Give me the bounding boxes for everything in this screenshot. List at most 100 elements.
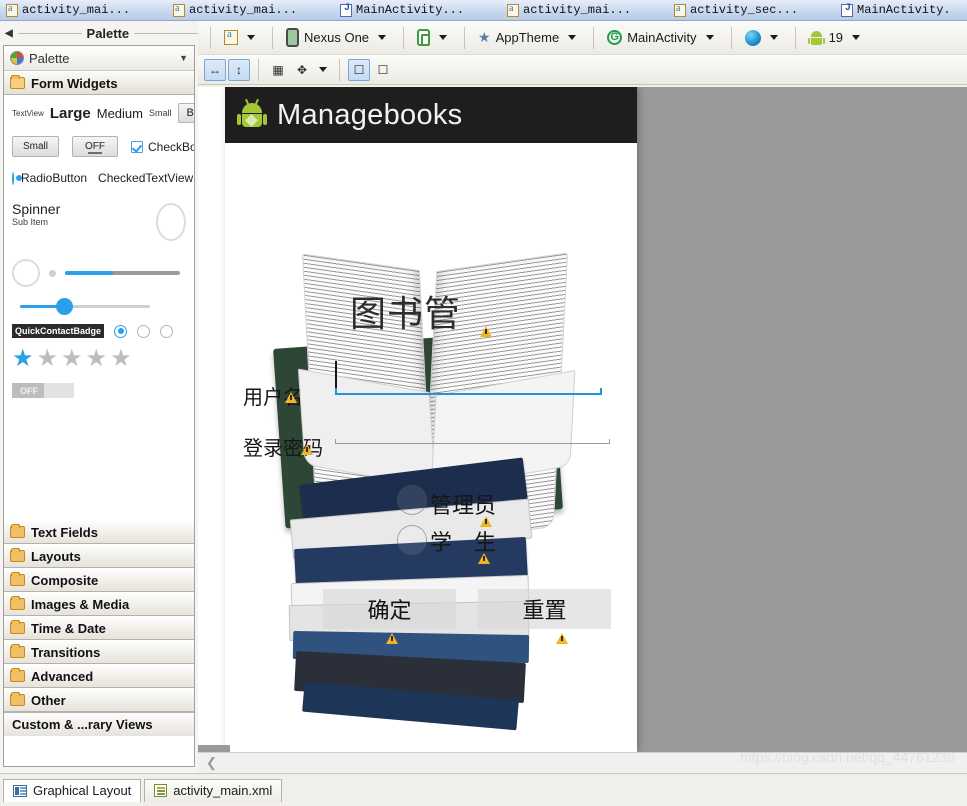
password-label[interactable]: 登录密码	[243, 432, 323, 461]
include-in-icon[interactable]: ☐	[348, 59, 370, 81]
star-filled-icon: ★	[12, 347, 34, 371]
theme-selector-button[interactable]: ★ AppTheme	[473, 26, 585, 49]
warning-icon[interactable]	[556, 633, 568, 644]
api-level-selector-button[interactable]: 19	[804, 27, 869, 48]
watermark-area: https://blog.csdn.net/qq_44761239	[637, 747, 967, 773]
chevron-down-icon[interactable]	[247, 35, 255, 40]
orientation-selector-button[interactable]	[412, 26, 456, 49]
globe-icon	[745, 30, 761, 46]
radio-admin-circle[interactable]	[397, 485, 427, 515]
show-outline-icon[interactable]: ✥	[291, 59, 313, 81]
palette-dropdown-bar[interactable]: Palette ▼	[4, 46, 194, 71]
watermark-text: https://blog.csdn.net/qq_44761239	[740, 749, 955, 765]
widget-medium-text[interactable]: Medium	[97, 106, 143, 121]
editor-tab[interactable]: activity_mai...	[0, 0, 167, 21]
palette-category-other[interactable]: Other	[4, 688, 194, 712]
chevron-down-icon[interactable]	[770, 35, 778, 40]
tab-label: activity_main.xml	[173, 783, 272, 798]
chevron-down-icon[interactable]	[568, 35, 576, 40]
confirm-button[interactable]: 确定	[323, 589, 456, 629]
layout-actions-toolbar: ↔ ↕ ▦ ✥ ☐ ☐	[198, 55, 967, 85]
design-canvas[interactable]: Managebooks	[198, 87, 967, 773]
warning-icon[interactable]	[480, 326, 492, 337]
radio-admin-label[interactable]: 管理员	[430, 488, 496, 520]
xml-file-icon	[674, 4, 686, 17]
fit-width-icon[interactable]: ↔	[204, 59, 226, 81]
star-icon: ★	[478, 29, 491, 46]
device-preview[interactable]: Managebooks	[225, 87, 637, 752]
collapse-left-icon[interactable]: ◀	[5, 28, 13, 39]
marquee-select-icon[interactable]: ▦	[267, 59, 289, 81]
device-screen[interactable]: 图书管 用户名 登录密码 管理员 学 生 确定	[225, 143, 637, 752]
editor-tab-label: activity_mai...	[523, 3, 631, 17]
warning-icon[interactable]	[386, 633, 398, 644]
folder-open-icon	[10, 77, 25, 89]
chevron-down-icon[interactable]	[319, 67, 327, 72]
editor-tab[interactable]: activity_sec...	[668, 0, 835, 21]
progressbar-small-icon[interactable]	[49, 270, 56, 277]
reset-button[interactable]: 重置	[478, 589, 611, 629]
username-label[interactable]: 用户名	[243, 381, 303, 410]
editor-tab[interactable]: MainActivity.	[835, 0, 967, 21]
widget-small-button[interactable]: Small	[12, 136, 59, 157]
widget-textview[interactable]: TextView	[12, 109, 44, 118]
screen-title-textview[interactable]: 图书管	[350, 285, 461, 337]
radio-student-label[interactable]: 学 生	[430, 525, 496, 557]
tab-graphical-layout[interactable]: Graphical Layout	[3, 779, 141, 802]
palette-category-time-date[interactable]: Time & Date	[4, 616, 194, 640]
progressbar-large-icon[interactable]	[156, 203, 186, 241]
widget-large-text[interactable]: Large	[50, 105, 91, 122]
widget-button[interactable]: Button	[178, 103, 196, 123]
chevron-down-icon[interactable]	[852, 35, 860, 40]
widget-quickcontactbadge[interactable]: QuickContactBadge	[12, 324, 104, 338]
radio-student-circle[interactable]	[397, 525, 427, 555]
widget-checkbox[interactable]: CheckBox	[131, 140, 195, 154]
palette-category-composite[interactable]: Composite	[4, 568, 194, 592]
palette-category-layouts[interactable]: Layouts	[4, 544, 194, 568]
ratingbar-icon[interactable]: ★ ★ ★ ★ ★	[12, 347, 186, 371]
progressbar-medium-icon[interactable]	[12, 259, 40, 287]
widget-toggle-button[interactable]: OFF	[72, 136, 118, 157]
widget-checkedtextview[interactable]: CheckedTextView	[98, 171, 193, 185]
theme-label: AppTheme	[496, 30, 560, 45]
activity-selector-button[interactable]: G MainActivity	[602, 27, 722, 48]
progressbar-horizontal-icon[interactable]	[65, 271, 180, 275]
palette-category-images-media[interactable]: Images & Media	[4, 592, 194, 616]
extract-as-icon[interactable]: ☐	[372, 59, 394, 81]
widget-small-text[interactable]: Small	[149, 108, 172, 118]
radiogroup-unchecked-icon[interactable]	[137, 325, 150, 338]
palette-category-advanced[interactable]: Advanced	[4, 664, 194, 688]
toolbar-separator	[403, 27, 404, 49]
chevron-left-icon[interactable]: ❮	[198, 755, 217, 771]
chevron-down-icon[interactable]	[439, 35, 447, 40]
password-edittext[interactable]	[335, 443, 610, 444]
tab-activity-main-xml[interactable]: activity_main.xml	[144, 779, 282, 802]
chevron-down-icon[interactable]	[378, 35, 386, 40]
widget-spinner[interactable]: Spinner	[12, 201, 60, 217]
widget-switch[interactable]: OFF	[12, 383, 74, 398]
toolbar-separator	[731, 27, 732, 49]
editor-tab[interactable]: MainActivity...	[334, 0, 501, 21]
palette-category-text-fields[interactable]: Text Fields	[4, 520, 194, 544]
widget-radiobutton[interactable]: RadioButton	[21, 171, 87, 185]
seekbar-thumb[interactable]	[56, 298, 73, 315]
username-edittext[interactable]	[335, 393, 602, 395]
chevron-down-icon[interactable]	[706, 35, 714, 40]
locale-selector-button[interactable]	[740, 27, 787, 49]
radiogroup-unchecked-icon[interactable]	[160, 325, 173, 338]
device-selector-button[interactable]: Nexus One	[281, 25, 395, 50]
radiogroup-checked-icon[interactable]	[114, 325, 127, 338]
editor-tab-label: MainActivity.	[857, 3, 951, 17]
fit-height-icon[interactable]: ↕	[228, 59, 250, 81]
layout-variation-button[interactable]	[219, 27, 264, 48]
scrollbar-thumb[interactable]	[198, 745, 230, 752]
chevron-down-icon[interactable]: ▼	[179, 53, 188, 63]
palette-category-transitions[interactable]: Transitions	[4, 640, 194, 664]
editor-tab[interactable]: activity_mai...	[167, 0, 334, 21]
editor-tab[interactable]: activity_mai...	[501, 0, 668, 21]
checkbox-icon	[131, 141, 143, 153]
palette-category-form-widgets[interactable]: Form Widgets	[4, 71, 194, 95]
folder-icon	[10, 622, 25, 634]
palette-category-custom-library-views[interactable]: Custom & ...rary Views	[4, 712, 194, 736]
seekbar-icon[interactable]	[20, 305, 150, 308]
